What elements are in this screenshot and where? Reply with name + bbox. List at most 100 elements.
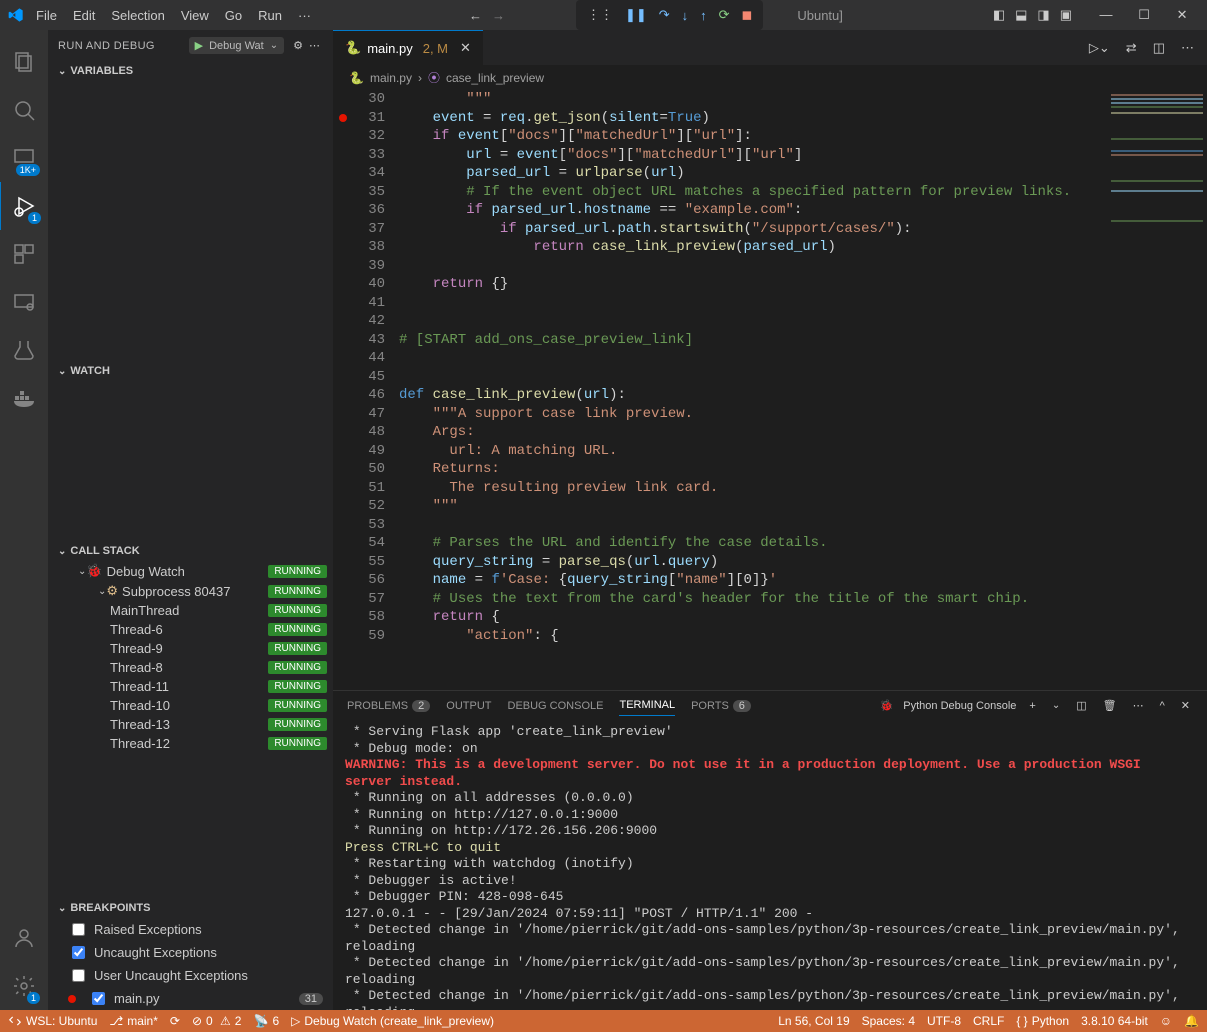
debug-float-toolbar: ⋮⋮ ❚❚ ↷ ↓ ↑ ⟳ ◼ [576, 0, 763, 30]
callstack-item[interactable]: Thread-10RUNNING [48, 696, 333, 715]
explorer-icon[interactable] [0, 38, 48, 86]
sb-sync[interactable]: ⟳ [170, 1014, 180, 1028]
gear-icon[interactable]: ⚙ [290, 36, 306, 55]
layout-customize-icon[interactable]: ▣ [1057, 4, 1075, 26]
panel-more-icon[interactable]: ⋯ [1130, 696, 1147, 715]
tab-ports[interactable]: PORTS6 [691, 696, 751, 716]
restart-icon[interactable]: ⟳ [716, 4, 733, 26]
section-breakpoints[interactable]: ⌄BREAKPOINTS [48, 898, 333, 918]
minimize-button[interactable]: — [1089, 7, 1123, 23]
sb-branch[interactable]: ⎇ main* [109, 1014, 158, 1028]
pause-icon[interactable]: ❚❚ [622, 4, 650, 26]
checkbox[interactable] [72, 923, 85, 936]
drag-handle-icon[interactable]: ⋮⋮ [584, 4, 616, 26]
docker-icon[interactable] [0, 374, 48, 422]
close-panel-icon[interactable]: ✕ [1178, 696, 1193, 715]
more-icon[interactable]: ⋯ [306, 36, 323, 55]
callstack-item[interactable]: Thread-8RUNNING [48, 658, 333, 677]
python-file-icon: 🐍 [345, 40, 361, 56]
breadcrumb[interactable]: 🐍 main.py › ⦿ case_link_preview [333, 65, 1207, 90]
menu-selection[interactable]: Selection [103, 4, 172, 27]
search-icon[interactable] [0, 86, 48, 134]
maximize-panel-icon[interactable]: ^ [1157, 697, 1168, 715]
checkbox[interactable] [72, 946, 85, 959]
sb-debug-status[interactable]: ▷ Debug Watch (create_link_preview) [291, 1014, 494, 1028]
callstack-item[interactable]: ⌄ ⚙Subprocess 80437RUNNING [48, 581, 333, 601]
testing-icon[interactable] [0, 326, 48, 374]
run-dropdown-icon[interactable]: ▷⌄ [1086, 37, 1113, 59]
tab-output[interactable]: OUTPUT [446, 696, 491, 716]
breakpoint-file[interactable]: main.py31 [48, 987, 333, 1010]
stop-icon[interactable]: ◼ [739, 4, 756, 26]
menu-view[interactable]: View [173, 4, 217, 27]
step-over-icon[interactable]: ↷ [656, 4, 673, 26]
editor[interactable]: 3031323334353637383940414243444546474849… [333, 90, 1207, 689]
play-icon[interactable]: ▶ [195, 39, 203, 52]
sb-ports[interactable]: 📡 6 [253, 1014, 279, 1028]
nav-back-icon[interactable]: ← [466, 5, 485, 26]
menu-···[interactable]: ··· [290, 4, 319, 27]
sb-interpreter[interactable]: 3.8.10 64-bit [1081, 1014, 1148, 1028]
step-out-icon[interactable]: ↑ [697, 5, 710, 26]
tab-main-py[interactable]: 🐍 main.py 2, M ✕ [333, 30, 483, 66]
sb-language[interactable]: { } Python [1016, 1014, 1069, 1028]
tab-debug-console[interactable]: DEBUG CONSOLE [508, 696, 604, 716]
sb-problems[interactable]: ⊘ 0 ⚠ 2 [192, 1014, 242, 1028]
remote-icon[interactable] [0, 278, 48, 326]
new-terminal-icon[interactable]: + [1026, 697, 1038, 715]
layout-bottom-icon[interactable]: ⬓ [1012, 4, 1030, 26]
section-variables[interactable]: ⌄VARIABLES [48, 61, 333, 81]
debug-config-selector[interactable]: ▶ Debug Wat ⌄ [189, 37, 284, 54]
layout-right-icon[interactable]: ◨ [1034, 4, 1052, 26]
callstack-item[interactable]: Thread-12RUNNING [48, 734, 333, 753]
sb-eol[interactable]: CRLF [973, 1014, 1004, 1028]
close-window-button[interactable]: ✕ [1165, 7, 1199, 23]
chevron-down-icon[interactable]: ⌄ [270, 40, 278, 51]
sb-feedback-icon[interactable]: ☺ [1160, 1014, 1172, 1028]
split-editor-icon[interactable]: ◫ [1150, 37, 1168, 59]
section-callstack[interactable]: ⌄CALL STACK [48, 541, 333, 561]
callstack-item[interactable]: Thread-13RUNNING [48, 715, 333, 734]
menu-go[interactable]: Go [217, 4, 250, 27]
callstack-list: ⌄ 🐞Debug WatchRUNNING⌄ ⚙Subprocess 80437… [48, 561, 333, 898]
sb-encoding[interactable]: UTF-8 [927, 1014, 961, 1028]
terminal-profile-label[interactable]: Python Debug Console [903, 700, 1016, 712]
extensions-icon[interactable] [0, 230, 48, 278]
callstack-item[interactable]: ⌄ 🐞Debug WatchRUNNING [48, 561, 333, 581]
kill-terminal-icon[interactable]: 🗑 [1100, 696, 1120, 715]
menu-edit[interactable]: Edit [65, 4, 103, 27]
terminal-dropdown-icon[interactable]: ⌄ [1049, 697, 1063, 714]
tab-terminal[interactable]: TERMINAL [619, 695, 675, 716]
remote-explorer-icon[interactable]: 1K+ [0, 134, 48, 182]
diff-icon[interactable]: ⇄ [1123, 37, 1140, 59]
tab-problems[interactable]: PROBLEMS2 [347, 696, 430, 716]
accounts-icon[interactable] [0, 914, 48, 962]
section-watch[interactable]: ⌄WATCH [48, 361, 333, 381]
tab-more-icon[interactable]: ⋯ [1178, 37, 1197, 59]
menu-file[interactable]: File [28, 4, 65, 27]
checkbox[interactable] [72, 969, 85, 982]
breakpoint-option[interactable]: Uncaught Exceptions [48, 941, 333, 964]
layout-left-icon[interactable]: ◧ [990, 4, 1008, 26]
settings-gear-icon[interactable]: 1 [0, 962, 48, 1010]
nav-forward-icon[interactable]: → [489, 5, 508, 26]
split-terminal-icon[interactable]: ◫ [1073, 696, 1089, 715]
maximize-button[interactable]: ☐ [1127, 7, 1161, 23]
sb-position[interactable]: Ln 56, Col 19 [778, 1014, 849, 1028]
run-debug-icon[interactable]: 1 [0, 182, 49, 230]
sb-remote[interactable]: WSL: Ubuntu [8, 1014, 97, 1028]
checkbox[interactable] [92, 992, 105, 1005]
minimap[interactable] [1106, 90, 1207, 689]
menu-run[interactable]: Run [250, 4, 290, 27]
sb-bell-icon[interactable]: 🔔 [1184, 1014, 1199, 1028]
tab-close-icon[interactable]: ✕ [460, 40, 471, 56]
breakpoint-option[interactable]: Raised Exceptions [48, 918, 333, 941]
step-into-icon[interactable]: ↓ [679, 5, 692, 26]
terminal-content[interactable]: * Serving Flask app 'create_link_preview… [333, 720, 1207, 1010]
callstack-item[interactable]: Thread-11RUNNING [48, 677, 333, 696]
sb-spaces[interactable]: Spaces: 4 [862, 1014, 915, 1028]
callstack-item[interactable]: Thread-9RUNNING [48, 639, 333, 658]
callstack-item[interactable]: MainThreadRUNNING [48, 601, 333, 620]
breakpoint-option[interactable]: User Uncaught Exceptions [48, 964, 333, 987]
callstack-item[interactable]: Thread-6RUNNING [48, 620, 333, 639]
